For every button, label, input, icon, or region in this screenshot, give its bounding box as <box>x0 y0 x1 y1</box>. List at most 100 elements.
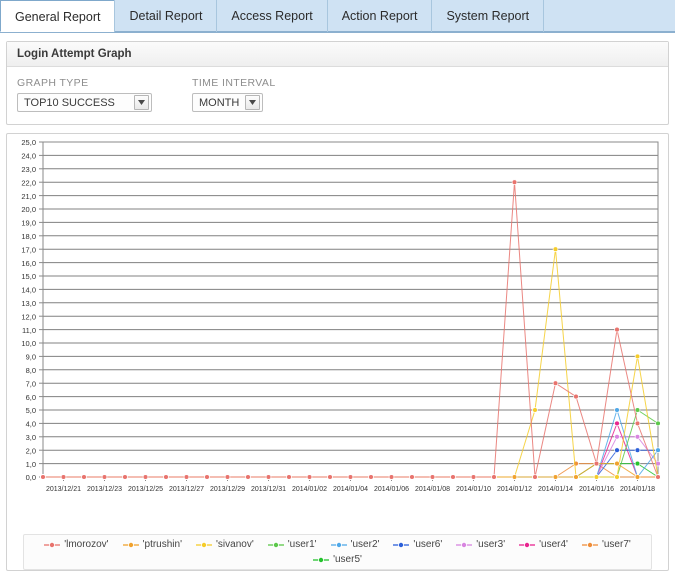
tab-label: Action Report <box>341 9 418 23</box>
x-axis-tick-label: 2014/01/08 <box>415 486 450 493</box>
x-axis-tick-label: 2013/12/29 <box>210 486 245 493</box>
graph-type-label: GRAPH TYPE <box>17 77 89 89</box>
x-axis-tick-label: 2013/12/31 <box>251 486 286 493</box>
x-axis-tick-label: 2014/01/16 <box>579 486 614 493</box>
legend-item[interactable]: 'user4' <box>515 538 572 551</box>
y-axis-tick-label: 10,0 <box>21 339 36 348</box>
legend-label: 'user6' <box>413 539 443 550</box>
x-axis-tick-label: 2014/01/04 <box>333 486 368 493</box>
time-interval-select[interactable]: MONTH <box>192 93 264 112</box>
legend-label: 'user4' <box>539 539 568 550</box>
tab-label: System Report <box>446 9 530 23</box>
legend-item[interactable]: 'user2' <box>327 538 384 551</box>
y-axis-tick-label: 4,0 <box>26 420 36 429</box>
y-axis-tick-label: 20,0 <box>21 205 36 214</box>
legend-label: 'sivanov' <box>216 539 254 550</box>
y-axis-tick-label: 19,0 <box>21 219 36 228</box>
legend-item[interactable]: 'ptrushin' <box>119 538 186 551</box>
graph-type-select[interactable]: TOP10 SUCCESS <box>17 93 152 112</box>
y-axis-tick-label: 13,0 <box>21 299 36 308</box>
legend-item[interactable]: 'user6' <box>389 538 446 551</box>
time-interval-label: TIME INTERVAL <box>192 77 276 89</box>
y-axis-tick-label: 16,0 <box>21 259 36 268</box>
y-axis-tick-label: 24,0 <box>21 152 36 161</box>
y-axis-tick-label: 25,0 <box>21 138 36 147</box>
legend-label: 'user3' <box>476 539 506 550</box>
x-axis-tick-label: 2013/12/23 <box>87 486 122 493</box>
y-axis-tick-label: 15,0 <box>21 272 36 281</box>
y-axis-tick-label: 5,0 <box>26 406 36 415</box>
y-axis-tick-label: 7,0 <box>26 379 36 388</box>
tab-action-report[interactable]: Action Report <box>326 0 433 32</box>
legend-item[interactable]: 'lmorozov' <box>40 538 112 551</box>
tab-system-report[interactable]: System Report <box>431 0 545 32</box>
y-axis-tick-label: 22,0 <box>21 178 36 187</box>
x-axis-tick-label: 2013/12/21 <box>46 486 81 493</box>
legend-marker-icon <box>44 541 61 548</box>
x-axis-tick-label: 2013/12/27 <box>169 486 204 493</box>
tab-label: General Report <box>15 10 101 24</box>
tab-bar-filler <box>543 0 675 32</box>
tab-general-report[interactable]: General Report <box>0 0 116 32</box>
y-axis-tick-label: 14,0 <box>21 286 36 295</box>
legend-item[interactable]: 'user1' <box>264 538 321 551</box>
chart-svg: 0,0 1,0 2,0 3,0 4,0 5,0 6,0 7,0 8,0 9,0 10,0 11,0 12… <box>21 138 661 493</box>
y-axis-tick-label: 1,0 <box>26 460 36 469</box>
legend-marker-icon <box>519 541 536 548</box>
chevron-down-icon[interactable] <box>134 95 149 110</box>
y-axis-tick-label: 0,0 <box>26 473 36 482</box>
tab-bar: General Report Detail Report Access Repo… <box>0 0 675 33</box>
x-axis-tick-label: 2014/01/12 <box>497 486 532 493</box>
filter-fields: GRAPH TYPE TOP10 SUCCESS TIME INTERVAL M… <box>17 77 658 112</box>
legend-item[interactable]: 'user3' <box>452 538 509 551</box>
x-axis-tick-label: 2014/01/02 <box>292 486 327 493</box>
time-interval-value: MONTH <box>199 96 240 109</box>
legend-marker-icon <box>393 541 410 548</box>
login-attempt-graph-panel: Login Attempt Graph GRAPH TYPE TOP10 SUC… <box>6 41 669 125</box>
legend-item[interactable]: 'user7' <box>578 538 635 551</box>
y-axis-tick-label: 6,0 <box>26 393 36 402</box>
legend-item[interactable]: 'sivanov' <box>192 538 258 551</box>
y-axis-tick-label: 21,0 <box>21 192 36 201</box>
y-axis-tick-label: 9,0 <box>26 353 36 362</box>
chart-panel: 0,0 1,0 2,0 3,0 4,0 5,0 6,0 7,0 8,0 9,0 10,0 11,0 12… <box>6 133 669 571</box>
legend-label: 'user5' <box>333 554 362 565</box>
y-axis-tick-label: 12,0 <box>21 312 36 321</box>
x-axis-tick-label: 2014/01/06 <box>374 486 409 493</box>
legend-label: 'user1' <box>287 539 317 550</box>
y-axis-tick-label: 17,0 <box>21 245 36 254</box>
x-axis-tick-label: 2013/12/25 <box>128 486 163 493</box>
y-axis-tick-label: 23,0 <box>21 165 36 174</box>
legend-label: 'user2' <box>350 539 380 550</box>
legend-label: 'lmorozov' <box>64 539 109 550</box>
legend-label: 'user7' <box>601 539 631 550</box>
panel-title: Login Attempt Graph <box>7 42 668 67</box>
tab-label: Detail Report <box>129 9 203 23</box>
y-axis-tick-label: 18,0 <box>21 232 36 241</box>
legend-item[interactable]: 'user5' <box>309 553 366 566</box>
chevron-down-icon[interactable] <box>245 95 261 110</box>
login-attempt-chart: 0,0 1,0 2,0 3,0 4,0 5,0 6,0 7,0 8,0 9,0 10,0 11,0 12… <box>7 134 666 532</box>
chart-legend: 'lmorozov' 'ptrushin' 'sivanov' 'user1' 'use… <box>23 534 652 570</box>
legend-marker-icon <box>122 541 139 548</box>
legend-marker-icon <box>581 541 598 548</box>
legend-marker-icon <box>196 541 212 548</box>
legend-marker-icon <box>267 541 284 548</box>
legend-label: 'ptrushin' <box>142 539 182 550</box>
graph-type-value: TOP10 SUCCESS <box>24 96 115 109</box>
time-interval-field: TIME INTERVAL MONTH <box>192 77 276 112</box>
graph-type-field: GRAPH TYPE TOP10 SUCCESS <box>17 77 152 112</box>
tab-access-report[interactable]: Access Report <box>216 0 328 32</box>
y-axis-tick-label: 2,0 <box>26 446 36 455</box>
y-axis-tick-label: 11,0 <box>22 326 36 335</box>
legend-marker-icon <box>456 541 473 548</box>
y-axis-tick-label: 3,0 <box>26 433 36 442</box>
x-axis-tick-label: 2014/01/10 <box>456 486 491 493</box>
x-axis-tick-label: 2014/01/14 <box>538 486 573 493</box>
tab-detail-report[interactable]: Detail Report <box>114 0 218 32</box>
y-axis-tick-label: 8,0 <box>26 366 36 375</box>
legend-marker-icon <box>330 541 347 548</box>
tab-label: Access Report <box>231 9 313 23</box>
legend-marker-icon <box>313 556 330 563</box>
x-axis-tick-label: 2014/01/18 <box>620 486 655 493</box>
